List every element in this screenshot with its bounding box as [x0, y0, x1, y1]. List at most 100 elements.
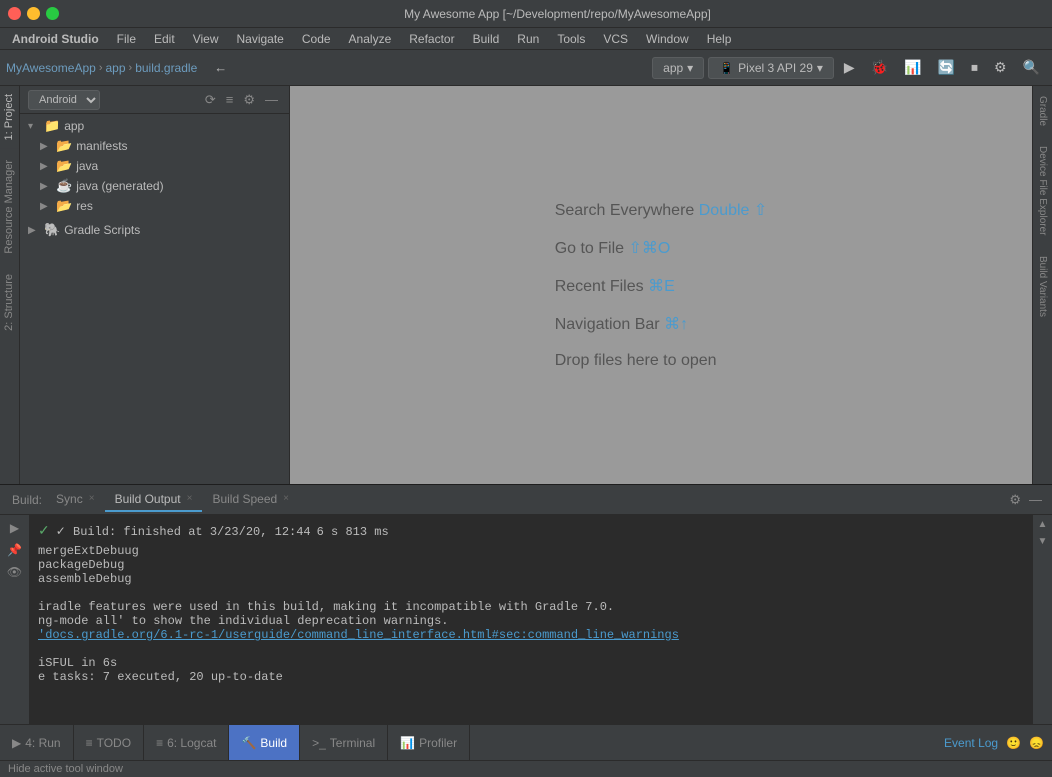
build-variants-tab[interactable]: Build Variants — [1035, 250, 1050, 323]
menu-window[interactable]: Window — [638, 30, 697, 48]
happy-face-icon[interactable]: 🙂 — [1006, 736, 1021, 750]
build-line-3: assembleDebug — [38, 572, 1024, 586]
build-left-strip: ▶ 📌 👁 — [0, 515, 30, 724]
hint-drop: Drop files here to open — [555, 352, 717, 370]
device-dropdown[interactable]: 📱 Pixel 3 API 29 ▾ — [708, 57, 834, 79]
project-tab[interactable]: 1: Project — [0, 86, 19, 148]
gear-icon[interactable]: ⚙ — [240, 90, 258, 110]
status-right: Event Log 🙂 😞 — [944, 736, 1052, 750]
minimize-button[interactable] — [27, 7, 40, 20]
menu-run[interactable]: Run — [509, 30, 547, 48]
build-right-strip: ▲ ▼ — [1032, 515, 1052, 724]
scroll-down-icon[interactable]: ▼ — [1038, 536, 1048, 547]
build-time: 6 s 813 ms — [317, 525, 389, 539]
gradle-panel-tab[interactable]: Gradle — [1035, 90, 1050, 132]
menu-edit[interactable]: Edit — [146, 30, 183, 48]
settings-button[interactable]: ⚙ — [988, 56, 1013, 79]
run-button[interactable]: ▶ — [838, 56, 861, 79]
tree-label-java: java — [76, 159, 289, 173]
menu-file[interactable]: File — [109, 30, 144, 48]
build-icon: 🔨 — [241, 736, 256, 750]
breadcrumb-myawesomeapp[interactable]: MyAwesomeApp — [6, 61, 96, 75]
tree-label-manifests: manifests — [76, 139, 289, 153]
build-line-7: e tasks: 7 executed, 20 up-to-date — [38, 670, 1024, 684]
profile-button[interactable]: 📊 — [898, 56, 927, 79]
device-file-tab[interactable]: Device File Explorer — [1035, 140, 1050, 241]
structure-tab[interactable]: 2: Structure — [0, 266, 19, 339]
app-dropdown[interactable]: app ▾ — [652, 57, 704, 79]
expand-arrow-res: ▶ — [40, 201, 52, 212]
menu-help[interactable]: Help — [699, 30, 740, 48]
main-area: 1: Project Resource Manager 2: Structure… — [0, 86, 1052, 484]
shortcut-recent: ⌘E — [648, 278, 675, 295]
breadcrumb-buildgradle[interactable]: build.gradle — [135, 61, 197, 75]
status-tab-run[interactable]: ▶ 4: Run — [0, 725, 74, 760]
status-tab-logcat[interactable]: ≡ 6: Logcat — [144, 725, 229, 760]
resource-manager-tab[interactable]: Resource Manager — [0, 152, 19, 262]
back-button[interactable]: ← — [209, 57, 232, 78]
menu-view[interactable]: View — [185, 30, 227, 48]
minimize-bottom-icon[interactable]: — — [1027, 490, 1044, 510]
tab-sync[interactable]: Sync × — [46, 488, 105, 512]
close-sync-tab[interactable]: × — [89, 493, 95, 504]
maximize-button[interactable] — [46, 7, 59, 20]
status-tab-terminal[interactable]: >_ Terminal — [300, 725, 388, 760]
build-link[interactable]: 'docs.gradle.org/6.1-rc-1/userguide/comm… — [38, 628, 1024, 642]
scroll-up-icon[interactable]: ▲ — [1038, 519, 1048, 530]
build-status-line: ✓ ✓ Build: finished at 3/23/20, 12:44 6 … — [38, 519, 1024, 544]
editor-area[interactable]: Search Everywhere Double ⇧ Go to File ⇧⌘… — [290, 86, 1032, 484]
menu-navigate[interactable]: Navigate — [228, 30, 291, 48]
rerun-icon[interactable]: ▶ — [10, 521, 19, 535]
collapse-icon[interactable]: ≡ — [223, 90, 237, 110]
tab-build-speed[interactable]: Build Speed × — [202, 488, 299, 512]
terminal-icon: >_ — [312, 736, 326, 750]
menu-code[interactable]: Code — [294, 30, 339, 48]
close-button[interactable] — [8, 7, 21, 20]
status-tab-profiler[interactable]: 📊 Profiler — [388, 725, 470, 760]
project-panel: Android Project ⟳ ≡ ⚙ — ▾ 📁 app ▶ 📂 mani… — [20, 86, 290, 484]
menu-analyze[interactable]: Analyze — [341, 30, 400, 48]
logcat-icon: ≡ — [156, 736, 163, 750]
build-status-text: ✓ Build: finished at 3/23/20, 12:44 — [56, 524, 311, 539]
pin-icon[interactable]: 📌 — [7, 543, 22, 557]
shortcut-navbar: ⌘↑ — [664, 316, 688, 333]
close-build-speed-tab[interactable]: × — [283, 493, 289, 504]
sync-icon[interactable]: ⟳ — [202, 90, 219, 110]
tree-item-java[interactable]: ▶ 📂 java — [20, 156, 289, 176]
event-log-link[interactable]: Event Log — [944, 736, 998, 750]
res-icon: 📂 — [56, 198, 72, 214]
menu-tools[interactable]: Tools — [549, 30, 593, 48]
project-view-dropdown[interactable]: Android Project — [28, 90, 100, 110]
tree-item-manifests[interactable]: ▶ 📂 manifests — [20, 136, 289, 156]
close-build-output-tab[interactable]: × — [187, 493, 193, 504]
bottom-tab-icons: ⚙ — — [1007, 490, 1044, 510]
tree-item-java-generated[interactable]: ▶ ☕ java (generated) — [20, 176, 289, 196]
menu-refactor[interactable]: Refactor — [401, 30, 462, 48]
close-panel-icon[interactable]: — — [262, 90, 281, 110]
sad-face-icon[interactable]: 😞 — [1029, 736, 1044, 750]
bottom-panel: Build: Sync × Build Output × Build Speed… — [0, 484, 1052, 724]
tree-item-gradle-scripts[interactable]: ▶ 🐘 Gradle Scripts — [20, 220, 289, 240]
hint-navbar: Navigation Bar ⌘↑ — [555, 314, 688, 334]
breadcrumb-app[interactable]: app — [106, 61, 126, 75]
chevron-down-icon-2: ▾ — [817, 61, 823, 75]
search-everywhere-button[interactable]: 🔍 — [1017, 56, 1046, 79]
menu-build[interactable]: Build — [465, 30, 508, 48]
expand-arrow-java: ▶ — [40, 161, 52, 172]
debug-button[interactable]: 🐞 — [865, 56, 894, 79]
status-tab-todo[interactable]: ≡ TODO — [74, 725, 144, 760]
tree-item-app[interactable]: ▾ 📁 app — [20, 116, 289, 136]
tree-item-res[interactable]: ▶ 📂 res — [20, 196, 289, 216]
manifests-icon: 📂 — [56, 138, 72, 154]
settings-bottom-icon[interactable]: ⚙ — [1007, 490, 1023, 510]
tab-sync-label: Sync — [56, 492, 83, 506]
toolbar: MyAwesomeApp › app › build.gradle ← app … — [0, 50, 1052, 86]
device-icon: 📱 — [719, 61, 734, 75]
sync-button[interactable]: 🔄 — [932, 56, 961, 79]
status-tab-build[interactable]: 🔨 Build — [229, 725, 300, 760]
stop-button[interactable]: ⏹ — [965, 56, 984, 79]
tab-build-output[interactable]: Build Output × — [105, 488, 203, 512]
menu-vcs[interactable]: VCS — [595, 30, 636, 48]
build-content: ✓ ✓ Build: finished at 3/23/20, 12:44 6 … — [30, 515, 1032, 724]
filter-icon[interactable]: 👁 — [7, 565, 22, 579]
